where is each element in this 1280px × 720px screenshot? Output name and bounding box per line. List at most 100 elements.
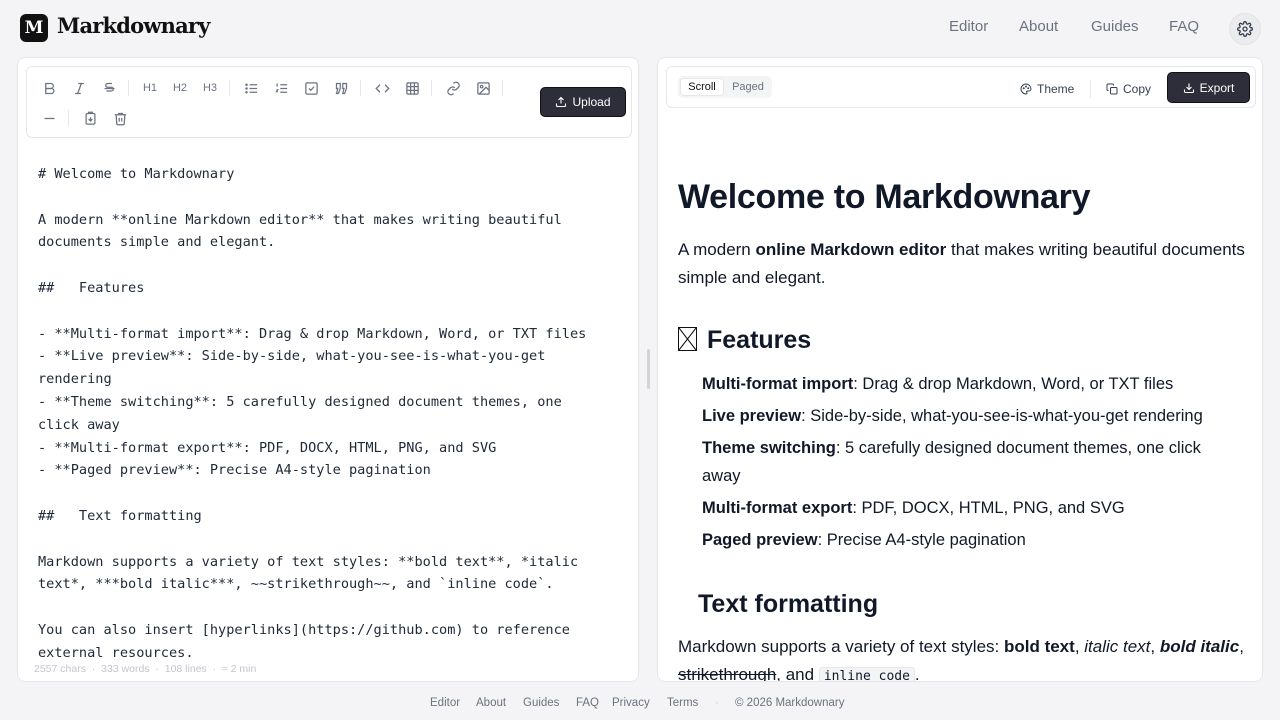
code-icon	[374, 83, 390, 93]
nav-faq[interactable]: FAQ	[1169, 18, 1199, 35]
image-button[interactable]	[472, 77, 494, 99]
feature-description: : Side-by-side, what-you-see-is-what-you…	[801, 407, 1203, 425]
upload-button[interactable]: Upload	[540, 87, 626, 117]
quote-button[interactable]	[330, 77, 352, 99]
line-count: 108 lines	[164, 663, 207, 675]
toolbar-divider	[360, 80, 361, 96]
intro-paragraph: A modern online Markdown editor that mak…	[678, 240, 1245, 287]
export-button[interactable]: Export	[1167, 72, 1250, 103]
editor-line: - **Paged preview**: Precise A4-style pa…	[38, 462, 431, 479]
app-name[interactable]: Markdownary	[57, 13, 210, 38]
paged-mode-button[interactable]: Paged	[726, 78, 770, 96]
strikethrough-button[interactable]	[98, 77, 120, 99]
bold-button[interactable]	[38, 77, 60, 99]
editor-line: ## Features	[38, 279, 145, 296]
footer-link-privacy[interactable]: Privacy	[612, 697, 650, 709]
logo-icon[interactable]: M	[20, 14, 48, 42]
scroll-mode-button[interactable]: Scroll	[680, 78, 724, 96]
text-formatting-heading: Text formatting	[698, 590, 879, 618]
editor-line: A modern **online Markdown editor** that…	[38, 211, 562, 228]
palette-icon	[1020, 83, 1032, 95]
copy-document-icon	[85, 111, 95, 125]
editor-line: ## Text formatting	[38, 507, 202, 524]
heading-3-button[interactable]: H3	[199, 77, 221, 99]
code-button[interactable]	[371, 77, 393, 99]
feature-term: Live preview	[702, 407, 802, 425]
footer-link-terms[interactable]: Terms	[667, 697, 698, 709]
feature-term: Multi-format import	[702, 375, 854, 393]
heading-1-button[interactable]: H1	[139, 77, 161, 99]
settings-button[interactable]	[1229, 13, 1261, 45]
export-label: Export	[1199, 80, 1235, 95]
nav-guides[interactable]: Guides	[1091, 18, 1139, 35]
feature-item: Multi-format import: Drag & drop Markdow…	[702, 370, 1242, 398]
editor-line: - **Multi-format import**: Drag & drop M…	[38, 325, 587, 342]
bullet-list-icon	[244, 83, 257, 93]
preview-panel: Scroll Paged Theme Copy Export Welcome t…	[657, 57, 1263, 682]
heading-2-button[interactable]: H2	[169, 77, 191, 99]
document-title: Welcome to Markdownary	[678, 178, 1091, 216]
copy-icon	[1106, 83, 1118, 95]
feature-term: Theme switching	[702, 439, 836, 457]
nav-editor[interactable]: Editor	[949, 18, 988, 35]
image-icon	[476, 81, 490, 95]
text-formatting-paragraph: Markdown supports a variety of text styl…	[678, 633, 1248, 681]
footer-link-about[interactable]: About	[476, 697, 506, 709]
bullet-list-button[interactable]	[240, 77, 262, 99]
feature-description: : Precise A4-style pagination	[817, 531, 1026, 549]
quote-icon	[335, 82, 347, 94]
char-count: 2557 chars	[34, 663, 86, 675]
features-list: Multi-format import: Drag & drop Markdow…	[702, 370, 1242, 558]
panel-resize-handle[interactable]	[647, 349, 650, 389]
editor-panel: H1 H2 H3 Upload # Welcome to Markdownary…	[17, 57, 639, 682]
editor-line: text*, ***bold italic***, ~~strikethroug…	[38, 576, 554, 593]
feature-term: Multi-format export	[702, 499, 853, 517]
copy-button[interactable]: Copy	[1106, 79, 1151, 99]
editor-line: - **Theme switching**: 5 carefully desig…	[38, 393, 562, 410]
copy-label: Copy	[1123, 82, 1152, 96]
horizontal-rule-icon	[44, 117, 54, 119]
task-list-button[interactable]	[300, 77, 322, 99]
italic-icon	[74, 82, 84, 94]
editor-line: # Welcome to Markdownary	[38, 166, 235, 182]
footer-link-guides[interactable]: Guides	[523, 697, 559, 709]
toolbar-divider	[502, 80, 503, 96]
footer-copyright: © 2026 Markdownary	[735, 697, 845, 709]
markdown-editor[interactable]: # Welcome to Markdownary A modern **onlin…	[38, 163, 628, 665]
table-button[interactable]	[401, 77, 423, 99]
toolbar-divider	[128, 80, 129, 96]
features-heading: Features	[678, 326, 811, 355]
editor-line: rendering	[38, 371, 112, 388]
missing-glyph-icon	[678, 327, 697, 351]
clear-button[interactable]	[109, 107, 131, 129]
task-list-icon	[304, 81, 318, 95]
footer-separator: ·	[715, 697, 719, 709]
italic-button[interactable]	[68, 77, 90, 99]
feature-item: Paged preview: Precise A4-style paginati…	[702, 526, 1242, 554]
footer-link-editor[interactable]: Editor	[430, 697, 460, 709]
link-icon	[446, 81, 460, 95]
numbered-list-icon	[274, 83, 287, 93]
toolbar-divider	[431, 80, 432, 96]
horizontal-rule-button[interactable]	[38, 107, 60, 129]
footer-link-faq[interactable]: FAQ	[576, 697, 599, 709]
feature-item: Theme switching: 5 carefully designed do…	[702, 434, 1242, 490]
formatting-toolbar: H1 H2 H3 Upload	[26, 66, 632, 138]
copy-document-button[interactable]	[79, 107, 101, 129]
numbered-list-button[interactable]	[270, 77, 292, 99]
editor-line: You can also insert [hyperlinks](https:/…	[38, 621, 570, 638]
preview-toolbar: Scroll Paged Theme Copy Export	[666, 66, 1256, 108]
toolbar-divider	[229, 80, 230, 96]
theme-button[interactable]: Theme	[1020, 79, 1074, 99]
upload-icon	[556, 96, 567, 108]
feature-term: Paged preview	[702, 531, 818, 549]
nav-about[interactable]: About	[1019, 18, 1058, 35]
link-button[interactable]	[442, 77, 464, 99]
top-bar: M Markdownary Editor About Guides FAQ	[0, 0, 1280, 56]
trash-icon	[114, 112, 126, 125]
